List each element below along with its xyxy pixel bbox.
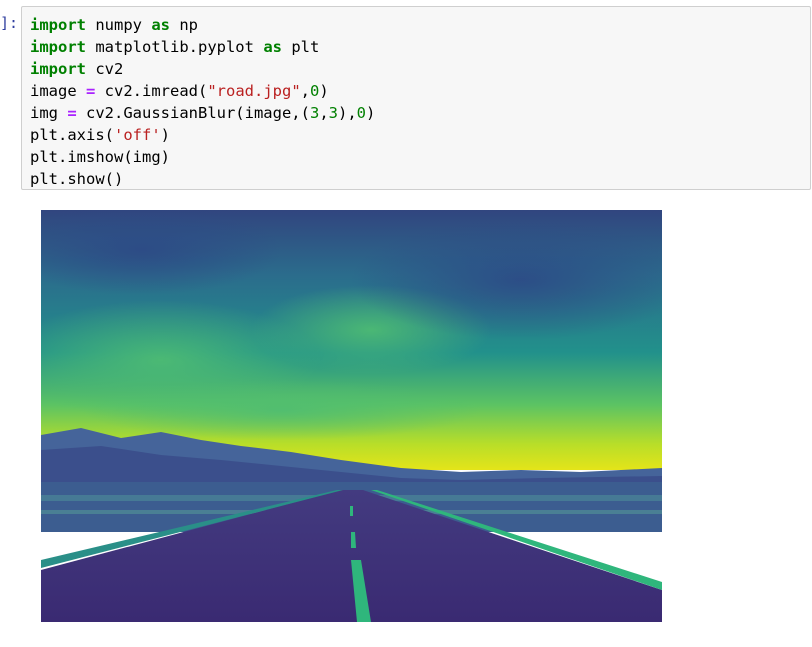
code-token: = — [67, 104, 77, 122]
code-line: plt.axis('off') — [30, 124, 375, 146]
code-token: img — [30, 104, 68, 122]
code-token: as — [263, 38, 282, 56]
code-token: plt — [281, 38, 320, 56]
code-token: , — [319, 104, 329, 122]
cloud — [81, 380, 481, 440]
code-token: "road.jpg" — [207, 82, 301, 100]
code-token: cv2.imread( — [95, 82, 208, 100]
code-line: plt.show() — [30, 168, 375, 190]
code-token: np — [170, 16, 198, 34]
cell-prompt: ]: — [0, 14, 19, 32]
code-token: cv2.GaussianBlur(image,( — [76, 104, 310, 122]
code-token: image — [30, 82, 86, 100]
code-cell[interactable]: import numpy as np import matplotlib.pypl… — [21, 6, 811, 190]
code-token: import — [30, 16, 86, 34]
code-editor[interactable]: import numpy as np import matplotlib.pypl… — [30, 14, 375, 190]
center-line-dash — [350, 506, 353, 516]
code-token: 0 — [356, 104, 367, 122]
code-token: plt.imshow(img) — [30, 148, 170, 166]
code-token: ), — [338, 104, 357, 122]
code-token: plt.show() — [30, 170, 124, 188]
code-line: plt.imshow(img) — [30, 146, 375, 168]
code-token: ) — [160, 126, 171, 144]
code-line: img = cv2.GaussianBlur(image,(3,3),0) — [30, 102, 375, 124]
code-line: import cv2 — [30, 58, 375, 80]
road-image — [41, 210, 662, 622]
code-token: 3 — [328, 104, 338, 122]
code-token: 3 — [309, 104, 320, 122]
code-token: import — [30, 38, 86, 56]
code-token: plt.axis( — [30, 126, 114, 144]
code-token: , — [300, 82, 310, 100]
code-line: import numpy as np — [30, 14, 375, 36]
code-token: ) — [366, 104, 376, 122]
code-token: 'off' — [114, 126, 161, 144]
output-image — [41, 210, 662, 622]
code-token: as — [151, 16, 170, 34]
notebook: ]: import numpy as np import matplotlib.p… — [0, 0, 812, 647]
code-token: 0 — [310, 82, 320, 100]
code-line: import matplotlib.pyplot as plt — [30, 36, 375, 58]
code-token: = — [86, 82, 96, 100]
code-token: matplotlib.pyplot — [86, 38, 264, 56]
code-line: image = cv2.imread("road.jpg",0) — [30, 80, 375, 102]
code-token: import — [30, 60, 86, 78]
code-token: numpy — [86, 16, 152, 34]
code-token: ) — [319, 82, 329, 100]
code-token: cv2 — [86, 60, 124, 78]
